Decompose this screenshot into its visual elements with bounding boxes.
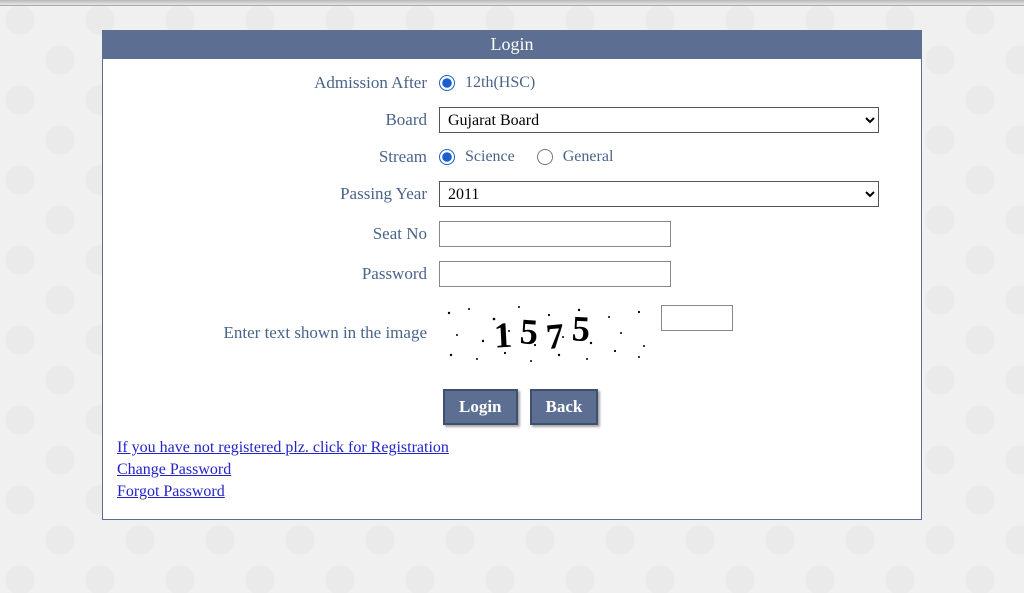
input-seat-no[interactable] bbox=[439, 221, 671, 247]
select-passing-year[interactable]: 2011 bbox=[439, 181, 879, 207]
window-top-bar bbox=[0, 0, 1024, 6]
label-password: Password bbox=[111, 264, 439, 284]
label-board: Board bbox=[111, 110, 439, 130]
radio-stream-science[interactable] bbox=[439, 149, 455, 165]
label-seat-no: Seat No bbox=[111, 224, 439, 244]
radio-stream-general[interactable] bbox=[537, 149, 553, 165]
label-captcha: Enter text shown in the image bbox=[111, 323, 439, 343]
back-button[interactable]: Back bbox=[530, 389, 599, 425]
radio-12th-hsc-label: 12th(HSC) bbox=[465, 74, 535, 92]
input-password[interactable] bbox=[439, 261, 671, 287]
panel-title: Login bbox=[103, 31, 921, 59]
row-stream: Stream Science General bbox=[111, 147, 913, 167]
button-row: Login Back bbox=[443, 389, 913, 425]
label-passing-year: Passing Year bbox=[111, 184, 439, 204]
link-forgot-password[interactable]: Forgot Password bbox=[117, 483, 225, 501]
link-register[interactable]: If you have not registered plz. click fo… bbox=[117, 439, 449, 457]
link-change-password[interactable]: Change Password bbox=[117, 461, 231, 479]
label-stream: Stream bbox=[111, 147, 439, 167]
captcha-image: 1575 bbox=[439, 301, 653, 365]
row-passing-year: Passing Year 2011 bbox=[111, 181, 913, 207]
login-button[interactable]: Login bbox=[443, 389, 518, 425]
login-panel: Login Admission After 12th(HSC) Board Gu… bbox=[102, 30, 922, 520]
links-area: If you have not registered plz. click fo… bbox=[111, 439, 913, 515]
captcha-text: 1575 bbox=[494, 312, 598, 354]
input-captcha[interactable] bbox=[661, 305, 733, 331]
row-password: Password bbox=[111, 261, 913, 287]
select-board[interactable]: Gujarat Board bbox=[439, 107, 879, 133]
radio-stream-science-label: Science bbox=[465, 148, 515, 166]
row-board: Board Gujarat Board bbox=[111, 107, 913, 133]
login-form: Admission After 12th(HSC) Board Gujarat … bbox=[103, 59, 921, 519]
radio-stream-general-label: General bbox=[563, 148, 614, 166]
row-admission-after: Admission After 12th(HSC) bbox=[111, 73, 913, 93]
radio-12th-hsc[interactable] bbox=[439, 75, 455, 91]
label-admission-after: Admission After bbox=[111, 73, 439, 93]
row-captcha: Enter text shown in the image 1575 bbox=[111, 301, 913, 365]
row-seat-no: Seat No bbox=[111, 221, 913, 247]
